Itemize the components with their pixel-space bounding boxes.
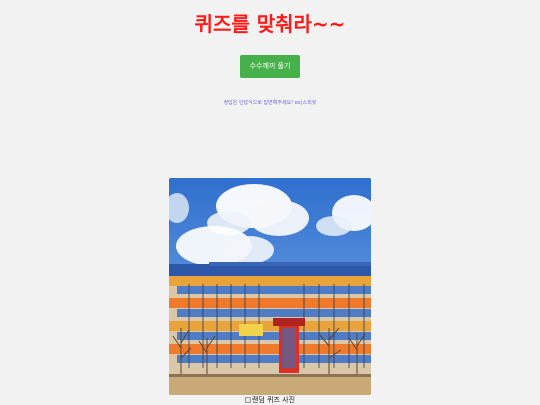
solve-riddle-button[interactable]: 수수께끼 풀기 (240, 55, 300, 78)
image-caption: 랜덤 퀴즈 사진 (0, 396, 540, 405)
page-title: 퀴즈를 맞춰라~~ (194, 12, 346, 36)
image-alt-text: 랜덤 퀴즈 사진 (251, 396, 296, 404)
quiz-image (169, 178, 371, 395)
answer-hint: 정답은 단답식으로 답변해주세요! ex)스피릿 (223, 100, 317, 106)
quiz-page: 퀴즈를 맞춰라~~ 수수께끼 풀기 정답은 단답식으로 답변해주세요! ex)스… (0, 0, 540, 405)
broken-image-icon (244, 397, 251, 403)
